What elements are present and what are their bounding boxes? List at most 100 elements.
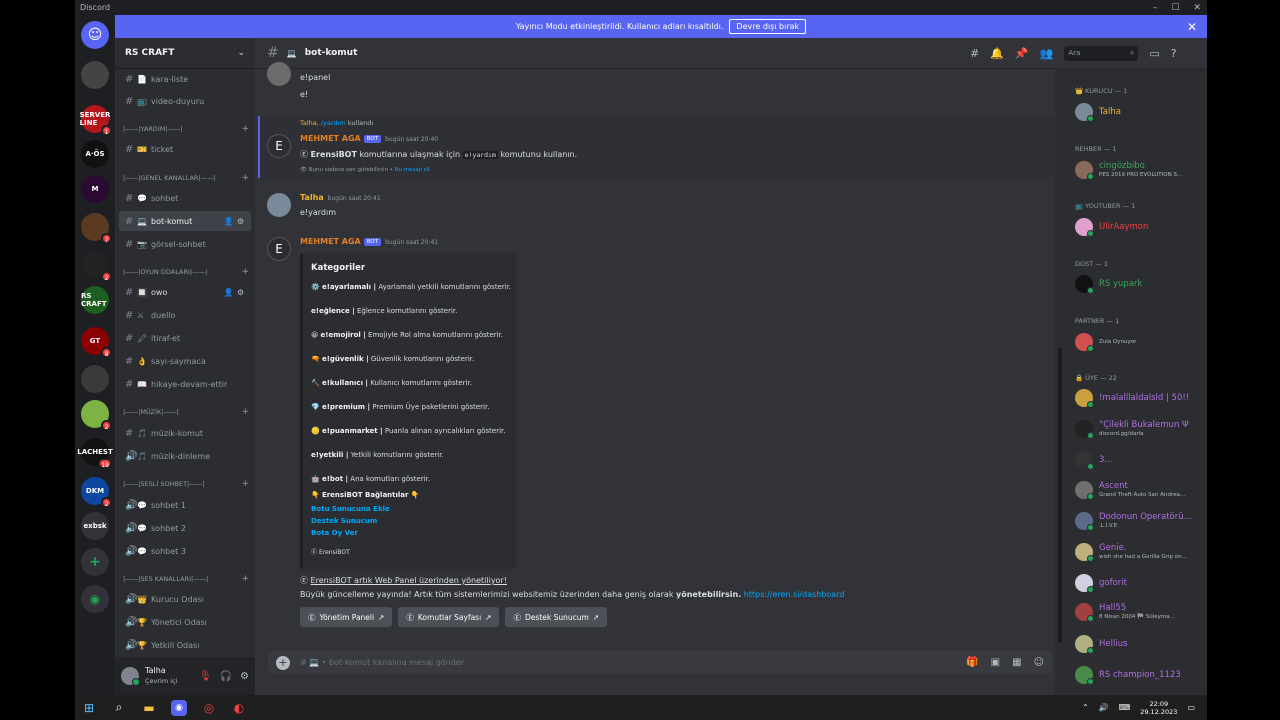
channel-hikaye[interactable]: # 📖 hikaye-devam-ettir xyxy=(119,374,251,394)
embed-link[interactable]: Destek Sunucum xyxy=(311,517,377,525)
pin-icon[interactable]: 📌 xyxy=(1015,47,1029,60)
server-icon[interactable] xyxy=(81,61,109,89)
channel-ticket[interactable]: # 🎫 ticket xyxy=(119,139,251,159)
close-banner-icon[interactable]: ✕ xyxy=(1187,20,1197,34)
category-ses[interactable]: |——|SES KANALLARI|——| + xyxy=(123,572,251,586)
user-info[interactable]: Talha Çevrim içi xyxy=(145,665,177,687)
server-icon[interactable] xyxy=(81,365,109,393)
search-input[interactable]: Ara ⌕ xyxy=(1064,45,1139,61)
server-icon[interactable]: SERVER LINE 1 xyxy=(80,105,112,136)
category-genel[interactable]: |——|GENEL KANALLAR|——| + xyxy=(123,171,251,185)
help-icon[interactable]: ? xyxy=(1171,47,1177,60)
channel-sohbet-2[interactable]: 🔊 💬 sohbet 2 xyxy=(119,518,251,538)
server-icon[interactable]: LACHEST 19 xyxy=(77,438,113,469)
avatar[interactable] xyxy=(267,62,291,86)
category-oyun[interactable]: |——|OYUN ODALARI|——| + xyxy=(123,265,251,279)
channel-duello[interactable]: # ⚔ duello xyxy=(119,305,251,325)
disable-streamer-mode-button[interactable]: Devre dışı bırak xyxy=(729,19,807,34)
bot-avatar[interactable]: E xyxy=(267,237,291,261)
member-item[interactable]: Ascent Grand Theft Auto San Andrea... xyxy=(1075,481,1185,500)
channel-sayi-saymaca[interactable]: # 👌 sayı-saymaca xyxy=(119,351,251,371)
server-icon[interactable]: GT 8 xyxy=(81,327,112,358)
member-item[interactable]: RS yupark xyxy=(1075,275,1142,294)
channel-settings-icon[interactable]: 👤⚙ xyxy=(224,217,251,226)
server-icon[interactable]: DKM 2 xyxy=(81,477,112,508)
file-explorer-icon[interactable]: ▬ xyxy=(141,700,157,716)
add-channel-icon[interactable]: + xyxy=(241,267,251,277)
add-channel-icon[interactable]: + xyxy=(241,124,251,134)
member-item[interactable]: Hellius xyxy=(1075,635,1128,654)
add-channel-icon[interactable]: + xyxy=(241,574,251,584)
message-author[interactable]: MEHMET AGA xyxy=(300,134,361,143)
server-icon[interactable]: exbsk xyxy=(81,512,109,540)
member-item[interactable]: cingözbibo PES 2019 PRO EVOLUTION S... xyxy=(1075,161,1182,180)
server-icon[interactable]: M xyxy=(81,175,109,203)
channel-sohbet-1[interactable]: 🔊 💬 sohbet 1 xyxy=(119,495,251,515)
channel-sohbet-3[interactable]: 🔊 💬 sohbet 3 xyxy=(119,541,251,561)
bell-icon[interactable]: 🔔 xyxy=(990,47,1004,60)
headphones-icon[interactable]: 🎧 xyxy=(220,671,232,682)
channel-gorsel-sohbet[interactable]: # 📷 görsel-sohbet xyxy=(119,234,251,254)
server-icon[interactable]: 2 xyxy=(81,400,112,431)
member-item[interactable]: Zula Oynuyor xyxy=(1075,333,1136,352)
discord-taskbar-icon[interactable]: ◉ xyxy=(171,699,187,716)
channel-sohbet[interactable]: # 💬 sohbet xyxy=(119,188,251,208)
maximize-icon[interactable]: ☐ xyxy=(1171,3,1179,13)
threads-icon[interactable]: # xyxy=(970,47,979,60)
sticker-icon[interactable]: ▦ xyxy=(1012,657,1021,668)
member-item[interactable]: RS champion_1123 xyxy=(1075,666,1181,685)
clock[interactable]: 22:09 29.12.2023 xyxy=(1140,700,1177,716)
gift-icon[interactable]: 🎁 xyxy=(966,657,978,668)
notification-icon[interactable]: ▭ xyxy=(1187,703,1195,712)
channel-yonetici[interactable]: 🔊 🏆 Yönetici Odası xyxy=(119,612,251,632)
gif-icon[interactable]: ▣ xyxy=(991,657,1000,668)
reply-context[interactable]: Talha, /yardım kullandı xyxy=(300,119,373,127)
member-item[interactable]: Dodonun Operatörü... .L.İ.V.E. xyxy=(1075,512,1192,531)
channel-itiraf-et[interactable]: # 🖍 itiraf-et xyxy=(119,328,251,348)
embed-link[interactable]: Botu Sunucuna Ekle xyxy=(311,505,390,513)
explore-servers-icon[interactable]: ◉ xyxy=(81,585,109,613)
member-item[interactable]: Talha xyxy=(1075,103,1121,122)
embed-link[interactable]: Bota Oy Ver xyxy=(311,529,358,537)
server-icon[interactable]: 2 xyxy=(81,251,112,282)
channel-yetkili[interactable]: 🔊 🏆 Yetkili Odası xyxy=(119,635,251,655)
add-channel-icon[interactable]: + xyxy=(241,407,251,417)
server-icon[interactable]: 7 xyxy=(81,213,112,244)
keyboard-icon[interactable]: ⌨ xyxy=(1119,703,1131,712)
chevron-up-icon[interactable]: ⌃ xyxy=(1082,703,1089,712)
category-sesli[interactable]: |——|SESLİ SOHBET|——| + xyxy=(123,477,251,491)
commands-page-button[interactable]: Ⓔ Komutlar Sayfası ↗ xyxy=(398,607,500,627)
windows-start-icon[interactable]: ⊞ xyxy=(81,700,97,716)
bot-avatar[interactable]: E xyxy=(267,134,291,158)
channel-muzik-komut[interactable]: # 🎵 müzik-komut xyxy=(119,423,251,443)
channel-settings-icon[interactable]: 👤⚙ xyxy=(224,288,251,297)
channel-kara-liste[interactable]: # 📄 kara-liste xyxy=(119,69,251,89)
add-channel-icon[interactable]: + xyxy=(241,479,251,489)
chevron-down-icon[interactable]: ⌄ xyxy=(237,48,245,58)
channel-bot-komut[interactable]: # 💻 bot-komut 👤⚙ xyxy=(119,211,251,231)
search-icon[interactable]: ⌕ xyxy=(111,700,127,716)
member-item[interactable]: Genie. wish she had a Gorilla Grip on... xyxy=(1075,543,1187,562)
dismiss-message-link[interactable]: Bu mesajı sil xyxy=(395,167,430,173)
gear-icon[interactable]: ⚙ xyxy=(240,671,249,682)
members-icon[interactable]: 👥 xyxy=(1040,47,1054,60)
member-item[interactable]: UlirAaymon xyxy=(1075,218,1148,237)
add-attachment-icon[interactable]: + xyxy=(276,655,290,670)
message-author[interactable]: Talha xyxy=(300,193,324,202)
close-window-icon[interactable]: ✕ xyxy=(1193,3,1201,13)
guild-header[interactable]: RS CRAFT ⌄ xyxy=(115,38,255,69)
category-muzik[interactable]: |——|MÜZİK|——| + xyxy=(123,405,251,419)
volume-icon[interactable]: 🔊 xyxy=(1099,703,1109,712)
minimize-icon[interactable]: – xyxy=(1153,3,1158,13)
member-item[interactable]: goforit xyxy=(1075,574,1127,593)
avatar[interactable] xyxy=(121,667,140,686)
channel-video-duyuru[interactable]: # 📺 video-duyuru xyxy=(119,91,251,111)
dashboard-link[interactable]: https://eren.si/dashboard xyxy=(744,590,845,599)
admin-panel-button[interactable]: Ⓔ Yönetim Paneli ↗ xyxy=(300,607,393,627)
chrome-icon[interactable]: ◎ xyxy=(201,700,217,716)
category-yardim[interactable]: |——|YARDIM|——| + xyxy=(123,122,251,136)
recorder-icon[interactable]: ◐ xyxy=(231,700,247,716)
add-channel-icon[interactable]: + xyxy=(241,173,251,183)
channel-muzik-dinleme[interactable]: 🔊 🎵 müzik-dinleme xyxy=(119,446,251,466)
avatar[interactable] xyxy=(267,193,291,217)
